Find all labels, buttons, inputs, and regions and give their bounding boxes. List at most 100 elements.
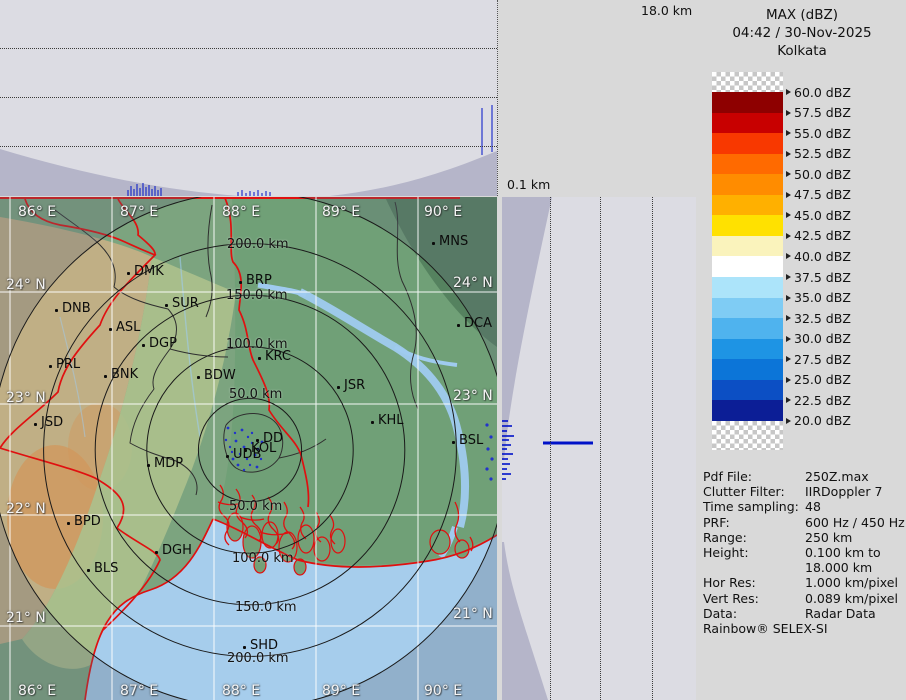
colorbar-band	[712, 113, 783, 134]
info-field-value: 0.100 km to	[805, 545, 881, 560]
scale-row: 32.5 dBZ	[786, 311, 851, 326]
product-timestamp: 04:42 / 30-Nov-2025	[698, 24, 906, 42]
scale-value-label: 57.5 dBZ	[794, 105, 851, 120]
legend-panel: MAX (dBZ) 04:42 / 30-Nov-2025 Kolkata 60…	[698, 0, 906, 700]
scale-row: 40.0 dBZ	[786, 249, 851, 264]
city-label: DGH	[162, 543, 192, 558]
city-label: DMK	[134, 264, 164, 279]
info-field-label: Pdf File:	[703, 469, 805, 484]
city-label: BNK	[111, 367, 138, 382]
scale-value-label: 35.0 dBZ	[794, 290, 851, 305]
scale-row: 60.0 dBZ	[786, 85, 851, 100]
scale-row: 25.0 dBZ	[786, 372, 851, 387]
lat-label: 23° N	[453, 388, 493, 404]
city-dot	[87, 569, 90, 572]
colorbar-band	[712, 380, 783, 401]
city-label: SHD	[250, 638, 278, 653]
scale-row: 50.0 dBZ	[786, 167, 851, 182]
beam-blind-wedge	[502, 197, 552, 460]
info-field-label: Height:	[703, 545, 805, 560]
ring-distance-label: 50.0 km	[229, 499, 282, 514]
scale-row: 57.5 dBZ	[786, 105, 851, 120]
city-label: BLS	[94, 561, 118, 576]
city-dot	[432, 242, 435, 245]
city-label: UDB	[233, 447, 261, 462]
height-axis-min-label: 0.1 km	[507, 177, 550, 192]
scale-row: 47.5 dBZ	[786, 187, 851, 202]
info-row: Clutter Filter:IIRDoppler 7	[703, 484, 903, 499]
info-row: Pdf File:250Z.max	[703, 469, 903, 484]
ring-distance-label: 100.0 km	[232, 551, 294, 566]
city-label: BPD	[74, 514, 101, 529]
info-field-value: IIRDoppler 7	[805, 484, 882, 499]
city-dot	[127, 272, 130, 275]
beam-blind-wedge	[330, 151, 497, 196]
station-name: Kolkata	[698, 42, 906, 60]
colorbar-band	[712, 174, 783, 195]
info-row: 18.000 km	[703, 560, 903, 575]
colorbar-band	[712, 195, 783, 216]
scale-value-label: 55.0 dBZ	[794, 126, 851, 141]
city-dot	[239, 281, 242, 284]
city-dot	[197, 376, 200, 379]
city-label: ASL	[116, 320, 140, 335]
lon-label: 86° E	[18, 683, 56, 699]
colorbar-band	[712, 154, 783, 175]
scale-row: 30.0 dBZ	[786, 331, 851, 346]
info-field-value: 1.000 km/pixel	[805, 575, 898, 590]
lat-label: 24° N	[453, 275, 493, 291]
city-label: MNS	[439, 234, 468, 249]
city-dot	[452, 441, 455, 444]
info-row: Height:0.100 km to	[703, 545, 903, 560]
scale-value-label: 37.5 dBZ	[794, 270, 851, 285]
lon-label: 88° E	[222, 204, 260, 220]
height-axis-max-label: 18.0 km	[641, 3, 692, 18]
lon-label: 87° E	[120, 683, 158, 699]
beam-blind-wedge	[0, 149, 240, 196]
right-panel-canvas	[502, 197, 696, 700]
colorbar-band	[712, 277, 783, 298]
radar-product-screen: 18.0 km 0.1 km	[0, 0, 906, 700]
height-gridline	[652, 197, 653, 700]
height-gridline	[0, 97, 497, 98]
city-dot	[243, 646, 246, 649]
scale-tick-arrow-icon	[786, 356, 791, 362]
lat-label: 23° N	[6, 390, 46, 406]
top-height-panel	[0, 0, 498, 196]
info-field-value: 18.000 km	[805, 560, 872, 575]
city-dot	[67, 522, 70, 525]
height-gridline	[600, 197, 601, 700]
info-field-label: Vert Res:	[703, 591, 805, 606]
info-field-label: Range:	[703, 530, 805, 545]
ring-distance-label: 50.0 km	[229, 387, 282, 402]
scale-tick-arrow-icon	[786, 192, 791, 198]
scale-row: 52.5 dBZ	[786, 146, 851, 161]
info-field-value: 250 km	[805, 530, 852, 545]
info-field-label: Clutter Filter:	[703, 484, 805, 499]
scale-tick-arrow-icon	[786, 397, 791, 403]
city-label: BDW	[204, 368, 236, 383]
scale-row: 20.0 dBZ	[786, 413, 851, 428]
radar-map: 86° E86° E87° E87° E88° E88° E89° E89° E…	[0, 197, 497, 700]
colorbar-band	[712, 133, 783, 154]
lat-label: 22° N	[6, 501, 46, 517]
city-label: DCA	[464, 316, 492, 331]
product-info-table: Pdf File:250Z.maxClutter Filter:IIRDoppl…	[703, 469, 903, 621]
lat-label: 24° N	[6, 277, 46, 293]
lon-label: 90° E	[424, 204, 462, 220]
ring-distance-label: 150.0 km	[226, 288, 288, 303]
scale-value-label: 42.5 dBZ	[794, 228, 851, 243]
scale-value-label: 27.5 dBZ	[794, 352, 851, 367]
city-label: JSD	[41, 415, 63, 430]
city-dot	[147, 464, 150, 467]
city-label: DNB	[62, 301, 91, 316]
colorbar-band	[712, 400, 783, 421]
city-label: MDP	[154, 456, 183, 471]
scale-value-label: 52.5 dBZ	[794, 146, 851, 161]
city-dot	[109, 328, 112, 331]
beam-blind-wedge	[502, 542, 548, 700]
colorbar-overflow-low	[712, 421, 783, 450]
info-row: Hor Res:1.000 km/pixel	[703, 575, 903, 590]
info-field-label: Time sampling:	[703, 499, 805, 514]
colorbar-band	[712, 359, 783, 380]
